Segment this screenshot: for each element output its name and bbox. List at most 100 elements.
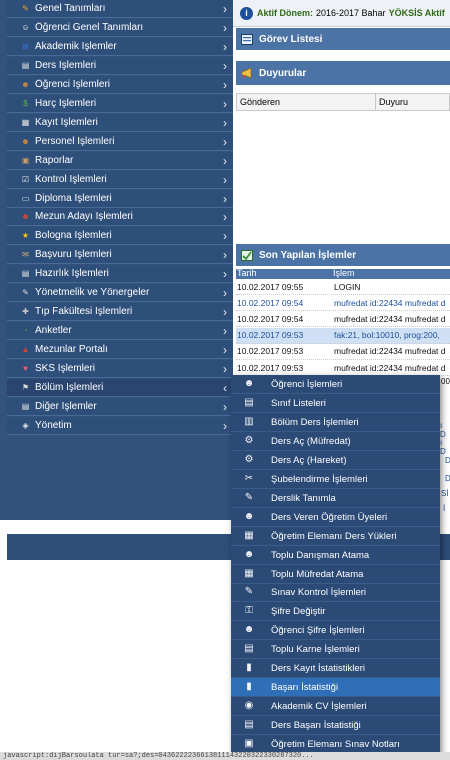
submenu-item-label: Öğrenci Şifre İşlemleri [271,624,365,636]
submenu-item-label: Ders Veren Öğretim Üyeleri [271,511,388,523]
money-icon: $ [23,98,28,108]
sidebar-item[interactable]: ◔ Anketler › [7,322,233,340]
submenu-item-label: Sınav Kontrol İşlemleri [271,586,367,598]
chevron-right-icon: › [223,228,227,243]
sidebar-item[interactable]: ▣ Raporlar › [7,152,233,170]
sidebar-item[interactable]: ▤ Hazırlık İşlemleri › [7,265,233,283]
sidebar-item[interactable]: ☻ Personel İşlemleri › [7,133,233,151]
submenu-item[interactable]: ⚙ Ders Aç (Müfredat) [231,432,440,451]
sidebar-item[interactable]: $ Harç İşlemleri › [7,95,233,113]
sidebar-item[interactable]: ▤ Ders İşlemleri › [7,57,233,75]
classroom-icon: ✎ [244,492,254,503]
submenu-item[interactable]: ▤ Sınıf Listeleri [231,394,440,413]
sidebar-item-label: Yönetmelik ve Yönergeler [35,287,150,298]
sidebar-item-label: Yönetim [35,420,72,431]
submenu-item[interactable]: ✎ Derslik Tanımla [231,489,440,508]
col-sender[interactable]: Gönderen [237,94,376,110]
submenu-item[interactable]: ▥ Bölüm Ders İşlemleri [231,413,440,432]
sidebar-item[interactable]: ✎ Genel Tanımları › [7,0,233,18]
sidebar-item[interactable]: ★ Bologna İşlemleri › [7,227,233,245]
sidebar-item[interactable]: ☺ Öğrenci Genel Tanımları › [7,19,233,37]
hidden-text-peek: D [445,474,450,483]
submenu-item[interactable]: ▦ Toplu Müfredat Atama [231,565,440,584]
sidebar-item[interactable]: ▲ Mezunlar Portalı › [7,341,233,359]
task-list-icon [241,33,253,45]
chevron-right-icon: › [223,172,227,187]
announcements-header[interactable]: Duyurular [236,61,450,85]
row-date: 10.02.2017 09:54 [237,297,304,308]
submenu-item[interactable]: ☻ Öğrenci Şifre İşlemleri [231,621,440,640]
sidebar-item-label: Harç İşlemleri [35,98,97,109]
chevron-right-icon: › [223,58,227,73]
application-icon: ✉ [22,249,29,259]
sidebar-item[interactable]: ◈ Yönetim › [7,417,233,435]
col-announcement[interactable]: Duyuru [376,94,408,110]
submenu-item-label: Sınıf Listeleri [271,397,326,409]
medical-icon: ✚ [22,306,29,316]
chevron-right-icon: › [223,361,227,376]
recent-actions-title: Son Yapılan İşlemler [259,249,357,261]
submenu-item[interactable]: ☻ Ders Veren Öğretim Üyeleri [231,508,440,527]
submenu-item[interactable]: ⚿ Şifre Değiştir [231,602,440,621]
sidebar-item-label: Bölüm İşlemleri [35,382,104,393]
submenu-item[interactable]: ▮ Ders Kayıt İstatistikleri [231,659,440,678]
sidebar-item[interactable]: ✚ Tıp Fakültesi İşlemleri › [7,303,233,321]
sidebar-item-label: Kontrol İşlemleri [35,174,107,185]
submenu-item[interactable]: ☻ Toplu Danışman Atama [231,546,440,565]
report-card-icon: ▤ [244,643,254,654]
sidebar-item[interactable]: ☻ Öğrenci İşlemleri › [7,76,233,94]
document-chart-icon: ▤ [244,719,254,730]
table-row[interactable]: 10.02.2017 09:53 fak:21, bol:10010, prog:… [236,327,450,344]
student-icon: ☺ [21,22,30,32]
sidebar-item[interactable]: ▭ Diploma İşlemleri › [7,190,233,208]
sidebar-item-label: Akademik İşlemler [35,41,117,52]
book-icon: ▤ [21,60,30,70]
sidebar-item[interactable]: ☻ Mezun Adayı İşlemleri › [7,208,233,226]
sidebar-item[interactable]: ▤ Diğer İşlemler › [7,398,233,416]
task-list-header[interactable]: Görev Listesi [236,28,450,50]
active-term-value: 2016-2017 Bahar [316,8,386,18]
submenu-item[interactable]: ☻ Öğrenci İşlemleri [231,375,440,394]
chevron-right-icon: › [223,77,227,92]
diploma-icon: ▭ [21,193,30,203]
sidebar-item[interactable]: ⊞ Akademik İşlemler › [7,38,233,56]
submenu-item-label: Öğretim Elemanı Ders Yükleri [271,530,397,542]
submenu-item[interactable]: ⚙ Ders Aç (Hareket) [231,451,440,470]
chevron-right-icon: › [223,39,227,54]
submenu-item-label: Başarı İstatistiği [271,681,339,693]
submenu-item[interactable]: ✂ Şubelendirme İşlemleri [231,470,440,489]
submenu-item[interactable]: ▤ Toplu Karne İşlemleri [231,640,440,659]
submenu-item[interactable]: ▮ Başarı İstatistiği [231,678,440,697]
table-row[interactable]: 10.02.2017 09:53 mufredat id:22434 mufred… [236,344,450,360]
sidebar-item-label: Diğer İşlemler [35,401,97,412]
advisor-icon: ☻ [243,549,255,560]
table-row[interactable]: 10.02.2017 09:54 mufredat id:22434 mufred… [236,311,450,328]
megaphone-icon [241,67,252,78]
sidebar-item-label: Mezunlar Portalı [35,344,108,355]
submenu-item[interactable]: ◉ Akademik CV İşlemleri [231,697,440,716]
chevron-right-icon: › [223,209,227,224]
sidebar-item[interactable]: ⚑ Bölüm İşlemleri ‹ [7,379,233,397]
branch-icon: ✂ [244,473,254,484]
sidebar-item[interactable]: ▦ Kayıt İşlemleri › [7,114,233,132]
submenu-item[interactable]: ▦ Öğretim Elemanı Ders Yükleri [231,527,440,546]
submenu-item[interactable]: ✎ Sınav Kontrol İşlemleri [231,583,440,602]
submenu-item-label: Toplu Karne İşlemleri [271,643,360,655]
sidebar-item[interactable]: ☑ Kontrol İşlemleri › [7,171,233,189]
table-row[interactable]: 10.02.2017 09:54 mufredat id:22434 mufred… [236,295,450,312]
clipboard-icon: ▤ [244,397,254,408]
left-gutter [0,520,7,760]
row-action: LOGIN [334,281,361,292]
table-row[interactable]: 10.02.2017 09:55 LOGIN [236,279,450,295]
sidebar-item[interactable]: ♥ SKS İşlemleri › [7,360,233,378]
table-row[interactable]: 10.02.2017 09:53 mufredat id:22434 mufred… [236,360,450,376]
submenu-item-label: Öğrenci İşlemleri [271,378,343,390]
chevron-right-icon: › [223,323,227,338]
sidebar-item-label: Kayıt İşlemleri [35,117,98,128]
sidebar-item[interactable]: ✎ Yönetmelik ve Yönergeler › [7,284,233,302]
exam-icon: ✎ [244,586,254,597]
recent-actions-header[interactable]: Son Yapılan İşlemler [236,244,450,266]
sidebar-item[interactable]: ✉ Başvuru İşlemleri › [7,246,233,264]
submenu-item[interactable]: ▤ Ders Başarı İstatistiği [231,716,440,735]
student-group-icon: ☻ [21,79,30,89]
